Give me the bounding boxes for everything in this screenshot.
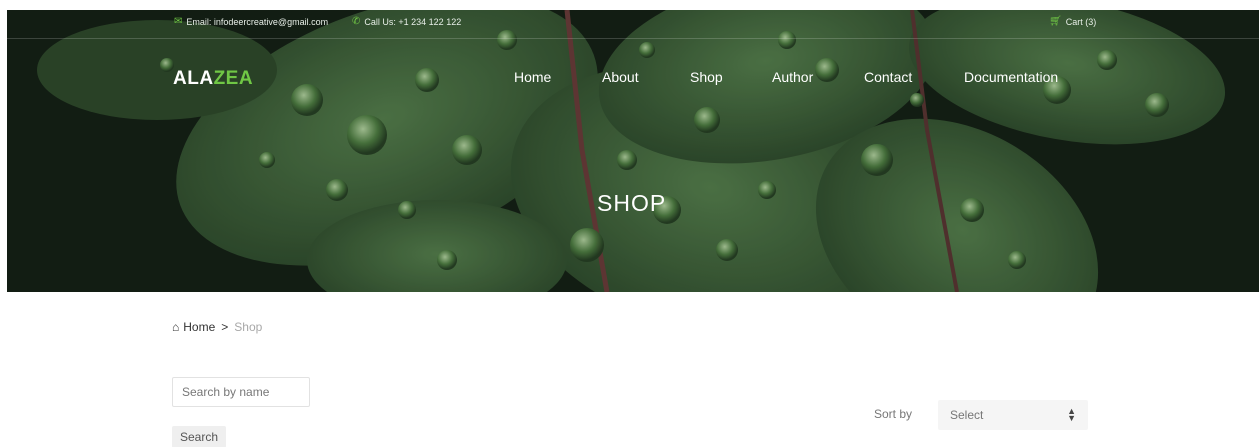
- phone-text: Call Us: +1 234 122 122: [364, 17, 462, 27]
- leaf-background-image: [7, 10, 1259, 292]
- page-title: SHOP: [597, 190, 667, 216]
- sort-select[interactable]: Select ▲ ▼: [938, 400, 1088, 430]
- cart-icon: 🛒︎: [1049, 16, 1062, 27]
- breadcrumb-separator: >: [221, 320, 229, 334]
- cart-link[interactable]: 🛒︎ Cart (3): [1049, 16, 1097, 28]
- phone-contact[interactable]: ✆ Call Us: +1 234 122 122: [352, 16, 462, 28]
- search-button[interactable]: Search: [172, 426, 227, 447]
- logo-text-white: ALA: [173, 68, 214, 89]
- nav-author[interactable]: Author: [772, 69, 813, 85]
- page: ✉ Email: infodeercreative@gmail.com ✆ Ca…: [0, 0, 1259, 447]
- sort-label: Sort by: [874, 407, 913, 421]
- cart-text: Cart (3): [1065, 17, 1097, 27]
- breadcrumb-current: Shop: [234, 320, 263, 334]
- logo-text-green: ZEA: [213, 68, 254, 89]
- nav-about[interactable]: About: [602, 69, 639, 85]
- nav-shop[interactable]: Shop: [690, 69, 723, 85]
- envelope-icon: ✉: [174, 16, 183, 27]
- nav-home[interactable]: Home: [514, 69, 551, 85]
- email-text: Email: infodeercreative@gmail.com: [186, 17, 329, 27]
- phone-icon: ✆: [352, 16, 361, 27]
- sort-arrows-icon: ▲ ▼: [1067, 406, 1076, 423]
- site-logo[interactable]: ALAZEA: [173, 68, 253, 90]
- breadcrumb: ⌂ Home > Shop: [172, 320, 262, 334]
- search-input[interactable]: [172, 377, 310, 407]
- hero-banner: ✉ Email: infodeercreative@gmail.com ✆ Ca…: [7, 10, 1259, 292]
- breadcrumb-home-link[interactable]: Home: [183, 320, 215, 334]
- email-contact[interactable]: ✉ Email: infodeercreative@gmail.com: [174, 16, 329, 28]
- sort-selected-value: Select: [950, 408, 984, 422]
- nav-contact[interactable]: Contact: [864, 69, 912, 85]
- top-bar: ✉ Email: infodeercreative@gmail.com ✆ Ca…: [7, 10, 1259, 39]
- home-icon: ⌂: [172, 320, 180, 334]
- nav-documentation[interactable]: Documentation: [964, 69, 1058, 85]
